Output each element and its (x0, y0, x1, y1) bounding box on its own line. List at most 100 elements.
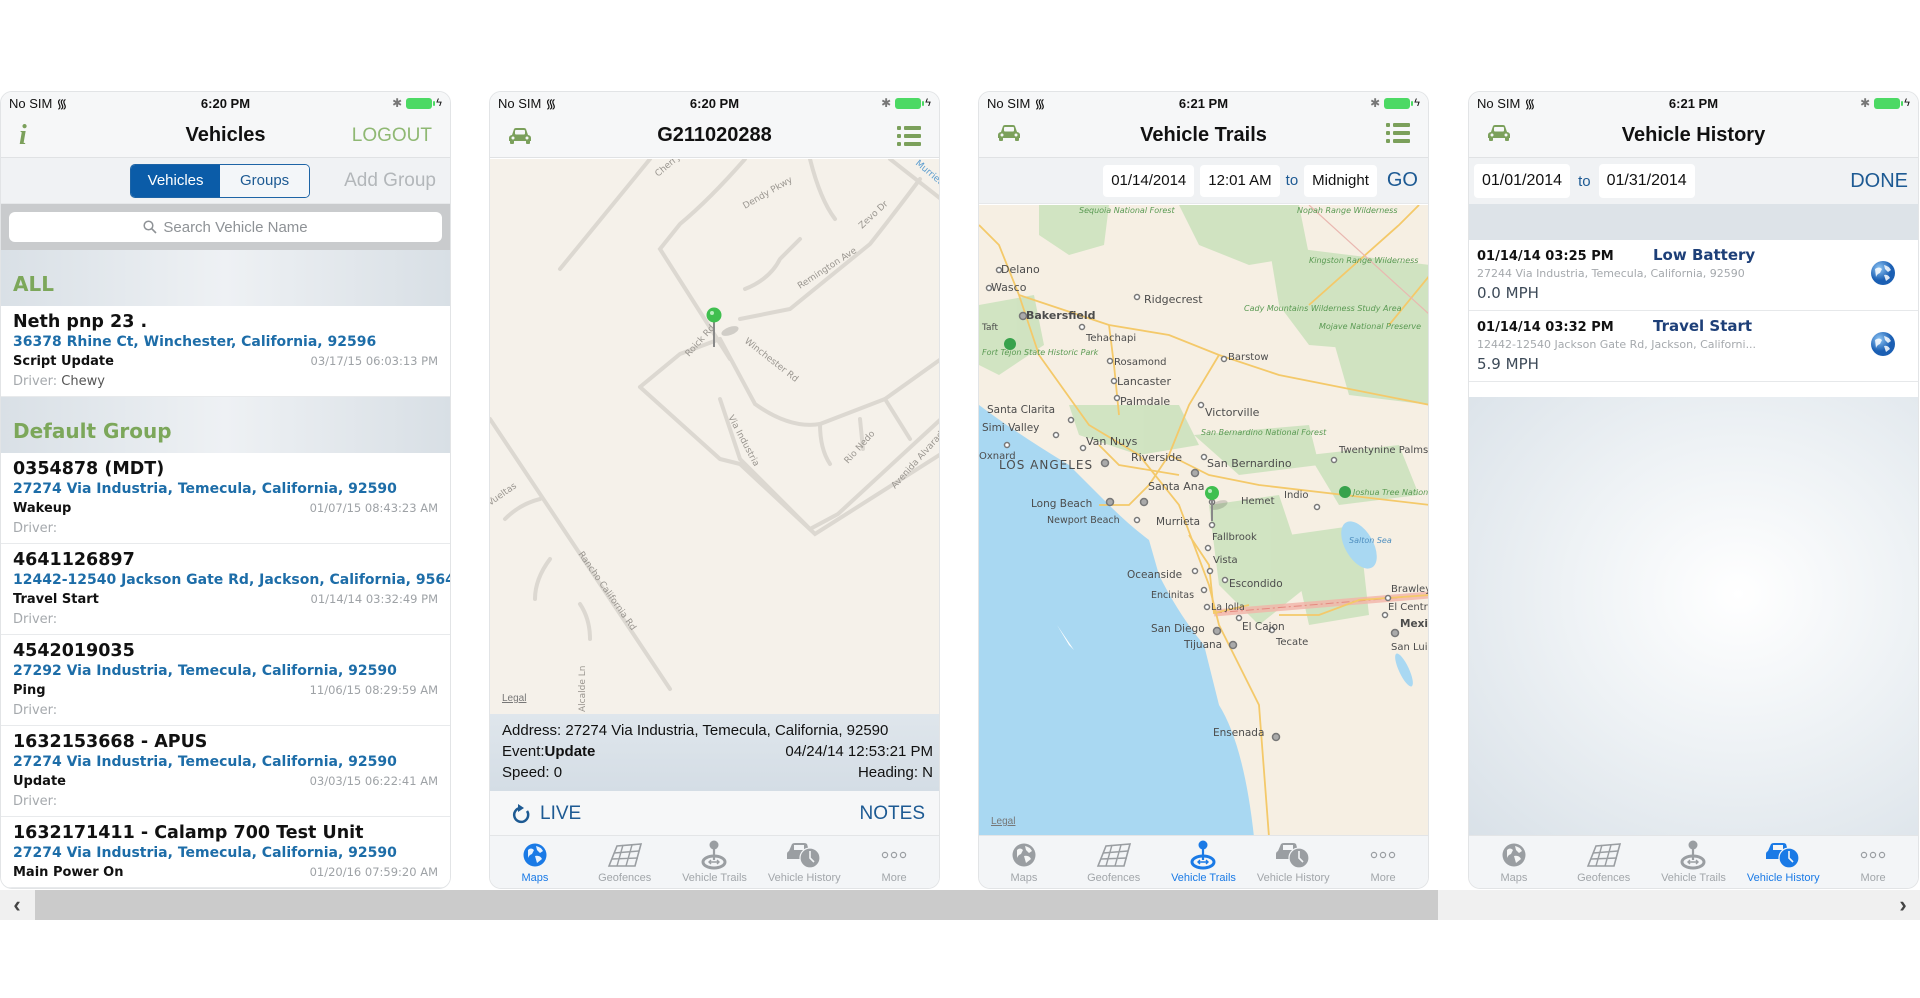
segment-groups[interactable]: Groups (220, 164, 310, 197)
charging-icon: ϟ (1904, 97, 1910, 109)
vehicle-list-item[interactable]: 0354878 (MDT) 27274 Via Industria, Temecu… (1, 453, 450, 544)
tab-vehicle-history[interactable]: Vehicle History (1738, 836, 1828, 888)
history-list-item[interactable]: 01/14/14 03:32 PM Travel Start 12442-12540… (1469, 311, 1918, 382)
event-value: Update (544, 743, 596, 760)
scrollbar-thumb[interactable] (35, 890, 1438, 920)
event-timestamp: 04/24/14 12:53:21 PM (785, 743, 933, 760)
city-label: El Centro (1388, 602, 1428, 613)
nav-bar: i Vehicles LOGOUT (1, 114, 450, 158)
vehicle-timestamp: 11/06/15 08:29:59 AM (309, 683, 438, 697)
region-map-canvas: Delano Wasco Ridgecrest Bakersfield Taft… (979, 205, 1428, 837)
tab-vehicle-trails[interactable]: Vehicle Trails (1649, 836, 1739, 888)
segment-vehicles[interactable]: Vehicles (131, 164, 221, 197)
vehicle-list-item[interactable]: 1632171411 - Calamp 700 Test Unit 27274 V… (1, 817, 450, 888)
globe-icon (522, 839, 548, 871)
vehicle-timestamp: 01/07/15 08:43:23 AM (309, 501, 438, 515)
tab-geofences[interactable]: Geofences (1559, 836, 1649, 888)
city-label: Oceanside (1127, 569, 1182, 581)
phone-screen-vehicles: No SIM ᯾ 6:20 PM ✱ ϟ i Vehicles LOGOUT Veh… (0, 91, 451, 889)
city-label: Ridgecrest (1144, 293, 1203, 306)
park-label: San Bernardino National Forest (1201, 428, 1327, 437)
city-label: Twentynine Palms (1338, 445, 1428, 456)
list-icon[interactable] (1386, 122, 1410, 150)
notes-button[interactable]: NOTES (860, 803, 925, 825)
tab-vehicle-history[interactable]: Vehicle History (1248, 836, 1338, 888)
tab-more[interactable]: More (1828, 836, 1918, 888)
history-time: 01/14/14 03:32 PM (1477, 320, 1614, 335)
street-label: Alcalde Ln (578, 666, 588, 712)
map-legal-link[interactable]: Legal (991, 816, 1015, 827)
globe-map-icon[interactable] (1870, 260, 1896, 291)
vehicle-info-panel: Address: 27274 Via Industria, Temecula, … (490, 714, 939, 791)
battery-icon (1874, 97, 1904, 109)
address-value: 27274 Via Industria, Temecula, Californi… (565, 722, 889, 739)
geofence-grid-icon (607, 839, 643, 871)
trail-end-time-field[interactable]: Midnight (1304, 164, 1377, 197)
city-label: Bakersfield (1026, 309, 1096, 322)
city-label: Long Beach (1031, 498, 1092, 510)
carrier-label: No SIM (9, 95, 53, 111)
globe-map-icon[interactable] (1870, 331, 1896, 362)
vehicle-list-item[interactable]: 4641126897 12442-12540 Jackson Gate Rd, J… (1, 544, 450, 635)
done-button[interactable]: DONE (1850, 170, 1908, 193)
trail-start-time-field[interactable]: 12:01 AM (1200, 164, 1280, 197)
history-list-item[interactable]: 01/14/14 03:25 PM Low Battery 27244 Via In… (1469, 240, 1918, 311)
history-to-date-field[interactable]: 01/31/2014 (1598, 164, 1695, 198)
tab-bar: Maps Geofences Vehicle Trails Vehicle Histo… (1469, 835, 1918, 888)
tab-vehicle-trails[interactable]: Vehicle Trails (670, 836, 760, 888)
tab-maps[interactable]: Maps (979, 836, 1069, 888)
tab-more[interactable]: More (1338, 836, 1428, 888)
city-label: Lancaster (1117, 375, 1171, 388)
car-icon[interactable] (508, 127, 532, 145)
city-label: El Cajon (1242, 621, 1285, 633)
trail-date-field[interactable]: 01/14/2014 (1103, 164, 1195, 197)
tab-vehicle-history[interactable]: Vehicle History (759, 836, 849, 888)
pin-trail-icon (1189, 839, 1217, 871)
vehicle-list-item[interactable]: Neth pnp 23 . 36378 Rhine Ct, Winchester… (1, 306, 450, 397)
city-label: Van Nuys (1086, 435, 1138, 448)
tab-geofences[interactable]: Geofences (580, 836, 670, 888)
logout-button[interactable]: LOGOUT (352, 125, 432, 147)
city-label: Ensenada (1213, 727, 1264, 739)
vehicle-event: Main Power On (13, 865, 124, 880)
map-legal-link[interactable]: Legal (502, 693, 526, 704)
tab-vehicle-trails[interactable]: Vehicle Trails (1159, 836, 1249, 888)
car-icon[interactable] (997, 124, 1021, 148)
city-label: Tijuana (1183, 639, 1222, 651)
horizontal-scrollbar[interactable]: ‹ › (0, 890, 1920, 920)
list-icon[interactable] (897, 125, 921, 147)
info-icon[interactable]: i (19, 120, 27, 152)
car-clock-icon (1275, 839, 1311, 871)
car-icon[interactable] (1487, 124, 1511, 148)
to-label: to (1578, 172, 1591, 190)
phone-screen-vehicle-trails: No SIM ᯾ 6:21 PM ✱ ϟ Vehicle Trails 01/14/… (978, 91, 1429, 889)
street-map[interactable]: Cherry St Dendy Pkwy Remington Ave Zevo … (490, 159, 939, 714)
city-label: Vista (1213, 555, 1238, 566)
charging-icon: ϟ (1414, 97, 1420, 109)
go-button[interactable]: GO (1387, 169, 1418, 192)
history-from-date-field[interactable]: 01/01/2014 (1474, 164, 1571, 198)
vehicle-driver: Driver: (13, 610, 438, 630)
scroll-left-arrow-icon[interactable]: ‹ (2, 890, 32, 920)
live-button[interactable]: LIVE (512, 803, 581, 825)
vehicle-list-item[interactable]: 4542019035 27292 Via Industria, Temecula,… (1, 635, 450, 726)
tab-more[interactable]: More (849, 836, 939, 888)
status-bar: No SIM ᯾ 6:20 PM ✱ ϟ (490, 92, 939, 114)
tab-maps[interactable]: Maps (1469, 836, 1559, 888)
tab-label: Geofences (598, 872, 652, 884)
scroll-right-arrow-icon[interactable]: › (1888, 890, 1918, 920)
bluetooth-icon: ✱ (392, 96, 403, 110)
heading-value: N (922, 764, 933, 781)
city-label: Mexicali (1400, 618, 1428, 630)
tab-maps[interactable]: Maps (490, 836, 580, 888)
search-input[interactable]: Search Vehicle Name (9, 212, 442, 242)
city-label: Rosamond (1114, 357, 1167, 368)
tab-label: Maps (1010, 872, 1038, 884)
region-map[interactable]: Delano Wasco Ridgecrest Bakersfield Taft… (979, 205, 1428, 837)
add-group-button[interactable]: Add Group (344, 170, 436, 192)
speed-value: 0 (553, 764, 563, 781)
city-label: Murrieta (1156, 516, 1200, 528)
city-label: LOS ANGELES (999, 458, 1093, 472)
tab-geofences[interactable]: Geofences (1069, 836, 1159, 888)
vehicle-list-item[interactable]: 1632153668 - APUS 27274 Via Industria, Te… (1, 726, 450, 817)
